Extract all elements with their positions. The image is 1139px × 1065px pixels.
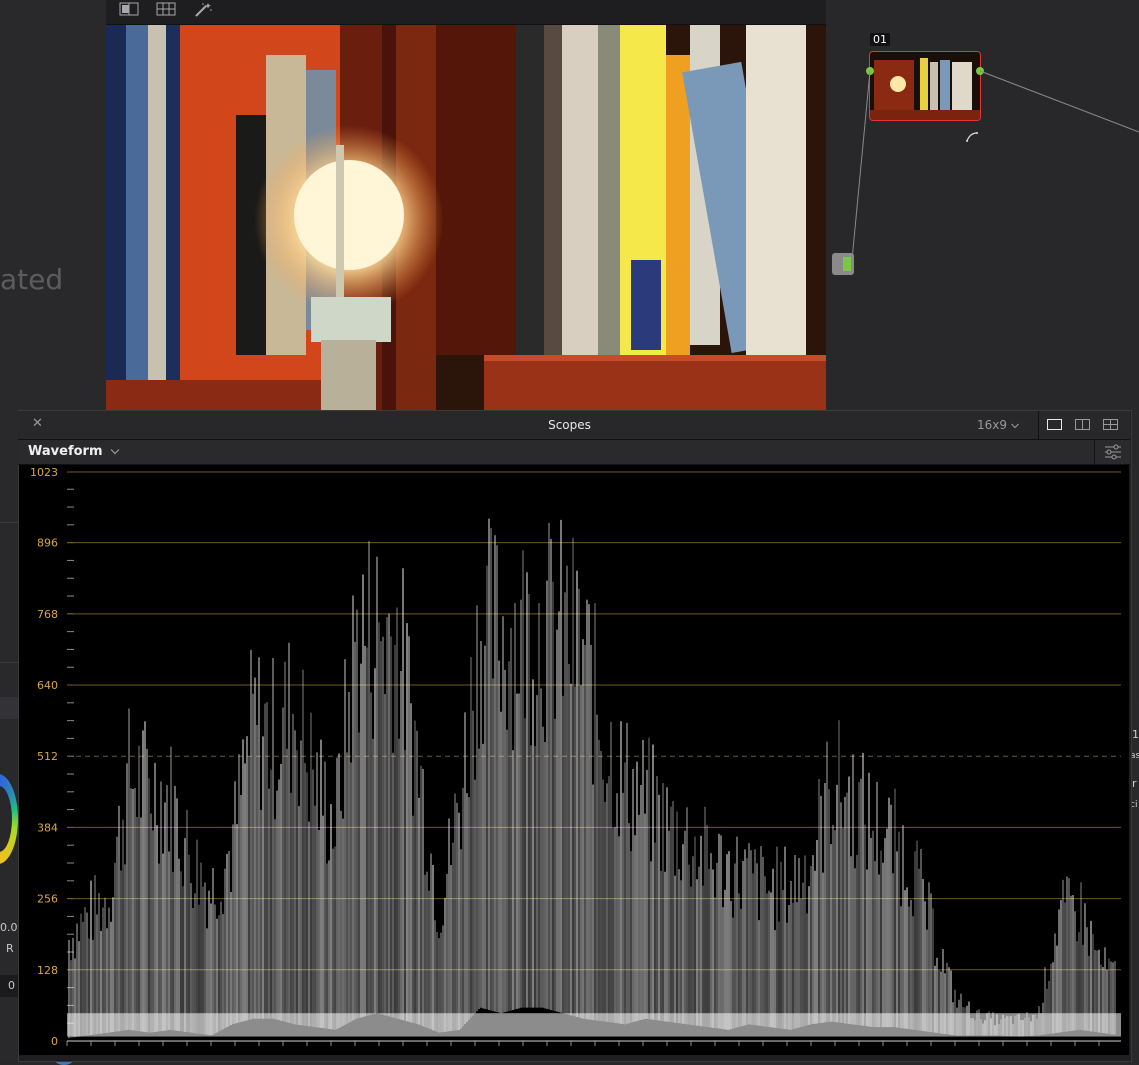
scopes-title: Scopes [548, 418, 591, 432]
viewer-toolbar [106, 0, 826, 25]
y-tick-label: 128 [37, 964, 58, 977]
left-panel-text: ated [0, 263, 64, 296]
y-tick-label: 896 [37, 537, 58, 550]
y-tick-label: 512 [37, 750, 58, 763]
y-tick-label: 256 [37, 893, 58, 906]
y-tick-label: 384 [37, 821, 58, 834]
chevron-down-icon [1010, 418, 1019, 432]
node-label: 01 [870, 33, 890, 46]
scope-type-label: Waveform [28, 444, 103, 459]
y-tick-label: 640 [37, 679, 58, 692]
scopes-subheader [18, 440, 1130, 465]
viewer-image[interactable] [106, 25, 826, 410]
y-tick-label: 1023 [30, 466, 58, 479]
left-panel-strip [0, 697, 18, 719]
aspect-label: 16x9 [977, 418, 1008, 432]
grid-view-icon[interactable] [156, 2, 176, 18]
left-divider [0, 522, 18, 523]
scope-settings-button[interactable] [1094, 440, 1131, 464]
aspect-dropdown[interactable]: 16x9 [977, 418, 1019, 432]
magic-wand-icon[interactable] [193, 2, 213, 18]
waveform-plot: 1023 896 768 640 512 384 256 128 0 [30, 466, 1121, 1048]
left-value: 0.0 [0, 921, 18, 934]
dual-layout-icon[interactable] [1075, 419, 1090, 430]
waveform-trace [68, 518, 1116, 1038]
right-value: r [1132, 777, 1137, 790]
split-view-icon[interactable] [119, 2, 139, 18]
quad-layout-icon[interactable] [1103, 419, 1118, 430]
sliders-icon [1105, 444, 1121, 460]
node-connections [851, 70, 1139, 261]
y-tick-label: 0 [51, 1035, 58, 1048]
source-input-indicator [843, 257, 851, 271]
header-separator [1038, 411, 1039, 439]
y-tick-label: 768 [37, 608, 58, 621]
single-layout-icon[interactable] [1047, 419, 1062, 430]
left-channel-label: R [6, 942, 14, 955]
left-value: 0 [8, 979, 15, 992]
left-divider [0, 662, 18, 663]
chevron-down-icon [110, 444, 120, 459]
right-value: 1 [1132, 728, 1139, 741]
scope-type-dropdown[interactable]: Waveform [28, 444, 120, 459]
waveform-floor [67, 1013, 1121, 1037]
